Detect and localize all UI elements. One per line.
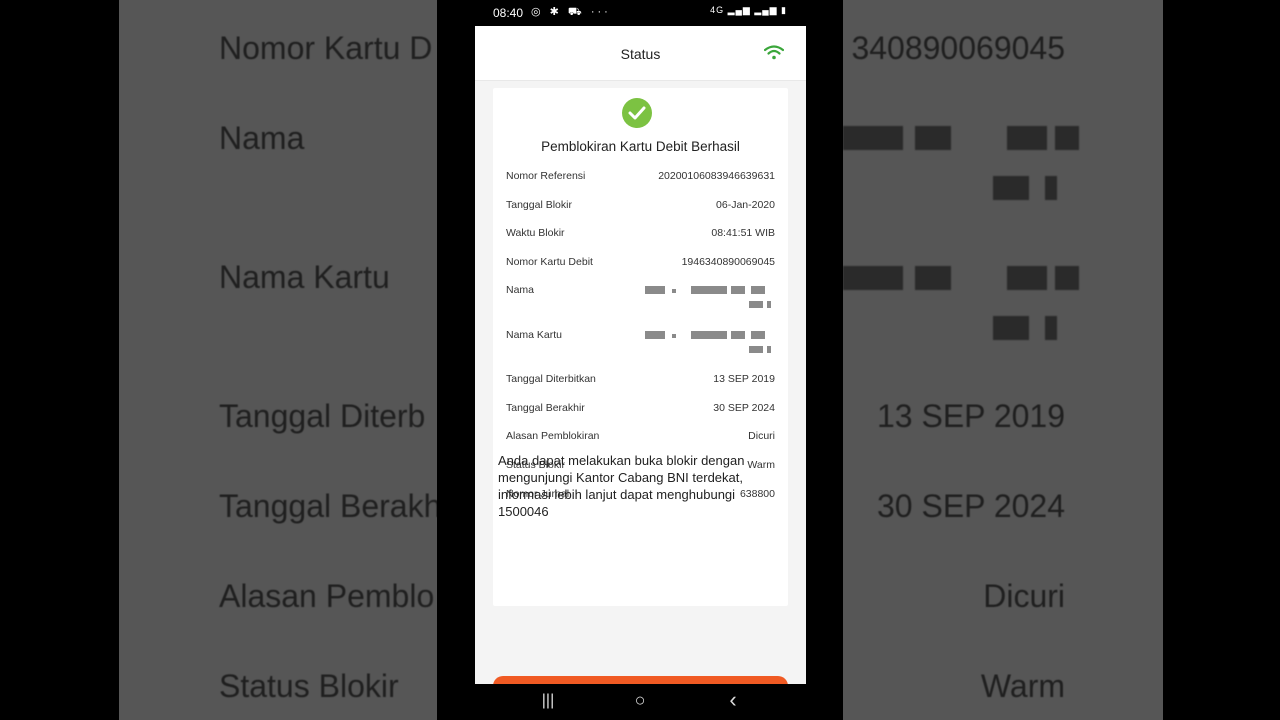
bg-label-nama-kartu: Nama Kartu bbox=[219, 259, 390, 295]
unblock-info-text: Anda dapat melakukan buka blokir dengan … bbox=[498, 453, 745, 519]
bg-redacted-block bbox=[993, 176, 1029, 200]
app-screen: Status Pemblokiran Kartu Debit Berhasil … bbox=[475, 26, 806, 686]
background-right-panel: 340890069045 13 SEP 2019 30 SEP 2024 Dic… bbox=[843, 0, 1163, 720]
row-label: Alasan Pemblokiran bbox=[506, 430, 600, 442]
row-value: Dicuri bbox=[748, 430, 775, 442]
bg-value-nomor-kartu: 340890069045 bbox=[851, 30, 1065, 66]
recent-apps-icon[interactable]: ||| bbox=[536, 692, 560, 710]
bg-label-alasan: Alasan Pemblo bbox=[219, 578, 435, 614]
bg-redacted-block bbox=[843, 126, 903, 150]
bg-redacted-block bbox=[843, 266, 903, 290]
bg-label-tanggal-diterbitkan: Tanggal Diterb bbox=[219, 398, 426, 434]
bg-label-nomor-kartu: Nomor Kartu D bbox=[219, 30, 433, 66]
page-title: Status bbox=[620, 46, 661, 62]
bg-value-tanggal-diterbitkan: 13 SEP 2019 bbox=[876, 398, 1065, 434]
success-title: Pemblokiran Kartu Debit Berhasil bbox=[541, 139, 740, 154]
row-label: Nama Kartu bbox=[506, 329, 563, 341]
signal-battery-icons: 4G ▂▄▆ ▂▄▆ ▮ bbox=[710, 5, 787, 15]
row-value: 1946340890069045 bbox=[681, 256, 775, 268]
row-label: Tanggal Diterbitkan bbox=[506, 373, 596, 385]
row-value: 30 SEP 2024 bbox=[713, 402, 775, 414]
bg-label-status-blokir: Status Blokir bbox=[219, 668, 399, 704]
row-label: Waktu Blokir bbox=[506, 227, 565, 239]
row-value: 06-Jan-2020 bbox=[716, 199, 775, 211]
bg-redacted-block bbox=[915, 126, 951, 150]
background-left-panel: Nomor Kartu D Nama Nama Kartu Tanggal Di… bbox=[119, 0, 437, 720]
bg-label-tanggal-berakhir: Tanggal Berakh bbox=[219, 488, 437, 524]
status-card: Pemblokiran Kartu Debit Berhasil Nomor R… bbox=[493, 88, 788, 606]
bg-redacted-block bbox=[1007, 126, 1047, 150]
notification-icons: ◎ ✱ ⛟ ··· bbox=[531, 6, 611, 18]
status-time: 08:40 bbox=[493, 6, 524, 20]
row-label: Tanggal Berakhir bbox=[506, 402, 585, 414]
row-value: 08:41:51 WIB bbox=[711, 227, 775, 239]
status-bar: 08:40 ◎ ✱ ⛟ ··· 4G ▂▄▆ ▂▄▆ ▮ bbox=[437, 0, 843, 26]
bg-value-status-blokir: Warm bbox=[980, 668, 1065, 704]
bg-value-tanggal-berakhir: 30 SEP 2024 bbox=[876, 488, 1065, 524]
bg-redacted-block bbox=[993, 316, 1029, 340]
row-value: 20200106083946639631 bbox=[658, 170, 775, 182]
bg-redacted-block bbox=[1055, 126, 1079, 150]
check-success-icon bbox=[622, 98, 652, 128]
back-icon[interactable]: ‹ bbox=[721, 687, 745, 713]
row-label: Nomor Referensi bbox=[506, 170, 586, 182]
row-label: Nomor Kartu Debit bbox=[506, 256, 593, 268]
redacted-card-name bbox=[645, 329, 775, 355]
bg-redacted-block bbox=[1055, 266, 1079, 290]
row-label: Tanggal Blokir bbox=[506, 199, 572, 211]
redacted-name bbox=[645, 284, 775, 310]
app-header: Status bbox=[475, 26, 806, 81]
bg-label-nama: Nama bbox=[219, 120, 305, 156]
row-label: Nama bbox=[506, 284, 535, 296]
home-icon[interactable]: ○ bbox=[628, 690, 652, 711]
android-nav-bar: ||| ○ ‹ bbox=[475, 684, 806, 720]
bg-redacted-block bbox=[1007, 266, 1047, 290]
bg-redacted-block bbox=[1045, 176, 1057, 200]
phone-frame: 08:40 ◎ ✱ ⛟ ··· 4G ▂▄▆ ▂▄▆ ▮ Status Pemb… bbox=[437, 0, 843, 720]
bg-redacted-block bbox=[915, 266, 951, 290]
row-value: 13 SEP 2019 bbox=[713, 373, 775, 385]
wifi-icon bbox=[764, 45, 784, 60]
bg-value-alasan: Dicuri bbox=[983, 578, 1065, 614]
bg-redacted-block bbox=[1045, 316, 1057, 340]
